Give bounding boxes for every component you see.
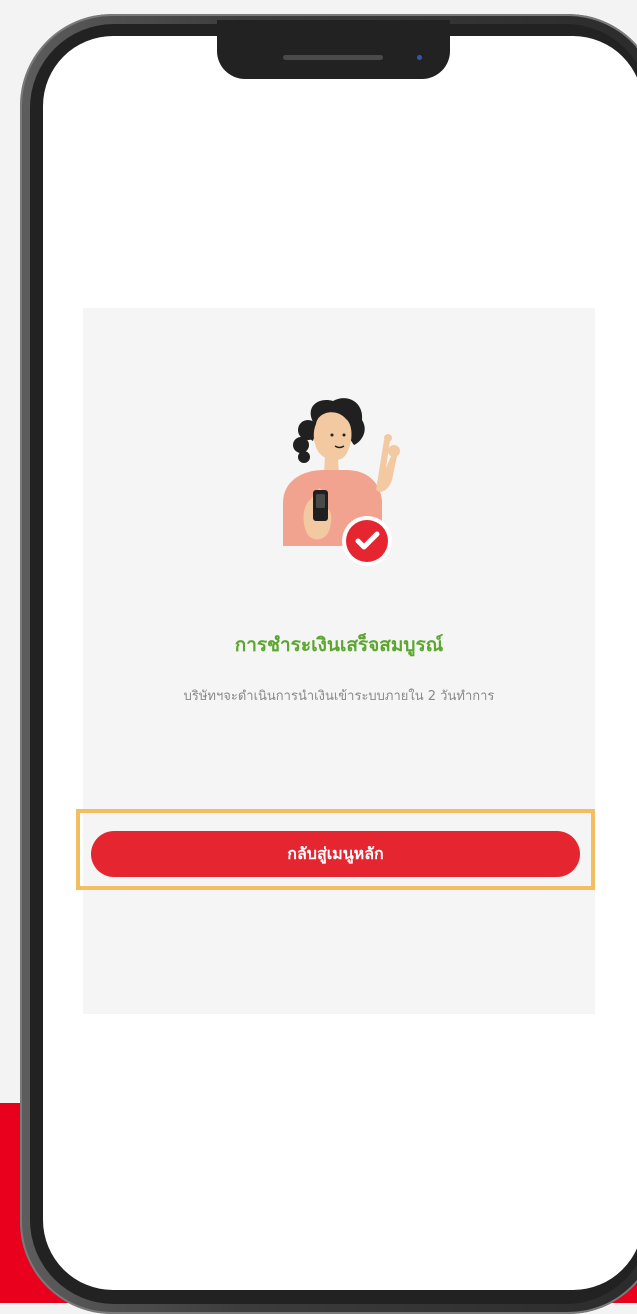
payment-success-subtitle: บริษัทฯจะดำเนินการนำเงินเข้าระบบภายใน 2 … [183, 689, 495, 704]
front-camera [417, 55, 422, 60]
back-to-main-menu-button[interactable]: กลับสู่เมนูหลัก [91, 831, 580, 877]
phone-notch [217, 20, 450, 79]
speaker-grill [283, 55, 383, 60]
check-circle-icon [342, 516, 392, 566]
payment-success-illustration [283, 398, 400, 566]
payment-success-title: การชำระเงินเสร็จสมบูรณ์ [234, 634, 444, 656]
